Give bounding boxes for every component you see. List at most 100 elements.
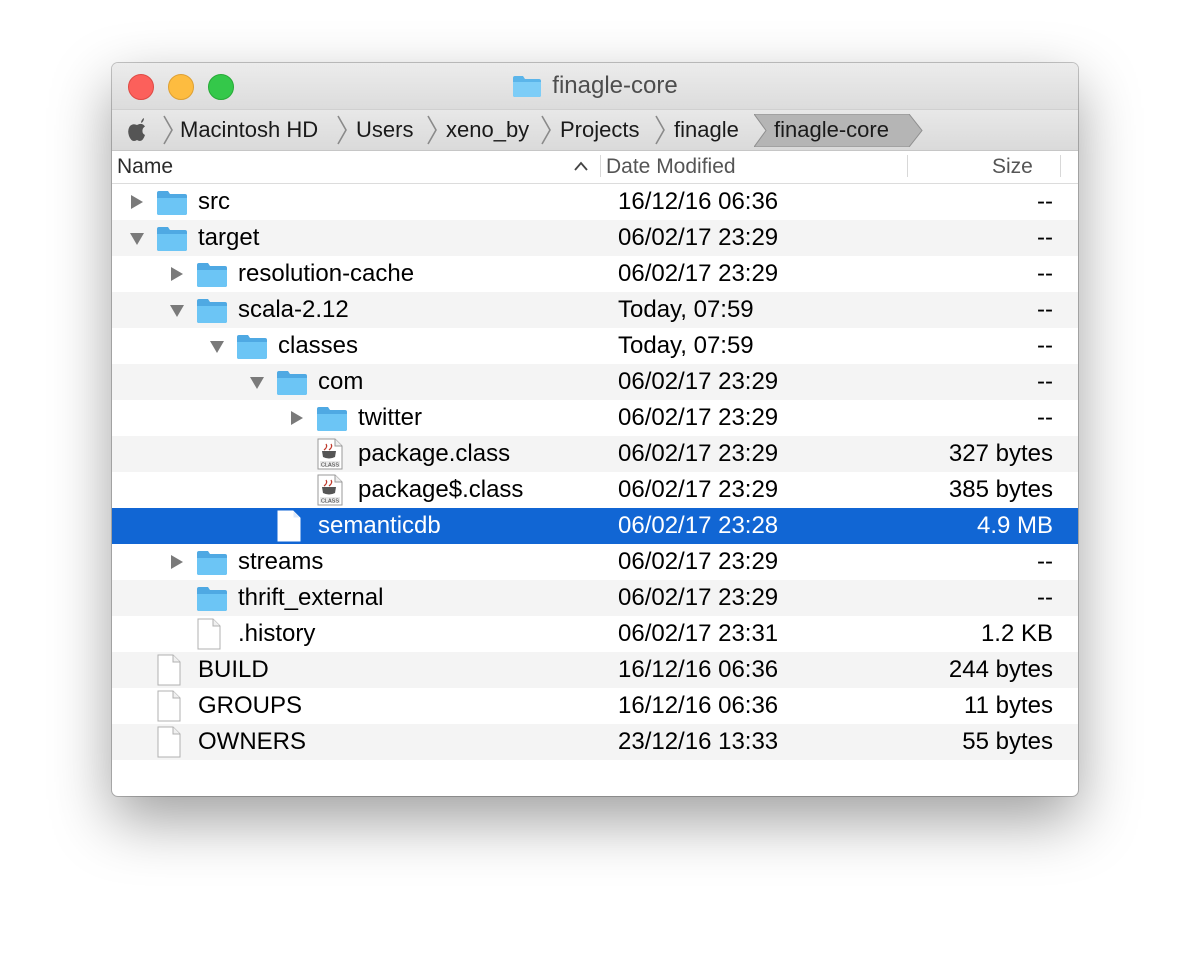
- disclosure-expanded-icon[interactable]: [210, 338, 224, 354]
- file-date-modified: 06/02/17 23:29: [618, 368, 779, 395]
- disclosure-collapsed-icon[interactable]: [130, 194, 144, 210]
- folder-icon: [197, 263, 227, 287]
- chevron-right-icon: [541, 115, 551, 145]
- file-name: src: [198, 188, 230, 215]
- file-row[interactable]: scala-2.12 Today, 07:59 --: [112, 292, 1078, 328]
- file-date-modified: 23/12/16 13:33: [618, 728, 779, 755]
- file-row[interactable]: classes Today, 07:59 --: [112, 328, 1078, 364]
- file-name: package.class: [358, 440, 511, 467]
- file-size: --: [1037, 404, 1053, 431]
- breadcrumb-macintosh-hd[interactable]: Macintosh HD: [180, 110, 318, 150]
- document-icon: [157, 690, 181, 722]
- file-row[interactable]: twitter 06/02/17 23:29 --: [112, 400, 1078, 436]
- file-row[interactable]: GROUPS 16/12/16 06:36 11 bytes: [112, 688, 1078, 724]
- file-name: streams: [238, 548, 324, 575]
- breadcrumb-projects[interactable]: Projects: [560, 110, 639, 150]
- folder-icon: [237, 335, 267, 359]
- file-name: classes: [278, 332, 359, 359]
- file-name: resolution-cache: [238, 260, 415, 287]
- file-row[interactable]: .history 06/02/17 23:31 1.2 KB: [112, 616, 1078, 652]
- file-row[interactable]: src 16/12/16 06:36 --: [112, 184, 1078, 220]
- file-row[interactable]: streams 06/02/17 23:29 --: [112, 544, 1078, 580]
- file-name: BUILD: [198, 656, 269, 683]
- finder-window: finagle-core Macintosh HD Users xeno_by …: [112, 63, 1078, 796]
- chevron-right-icon: [427, 115, 437, 145]
- file-name: scala-2.12: [238, 296, 349, 323]
- sort-ascending-icon[interactable]: [573, 160, 589, 172]
- apple-icon[interactable]: [126, 118, 148, 142]
- document-icon: [157, 654, 181, 686]
- file-size: --: [1037, 296, 1053, 323]
- file-row[interactable]: com 06/02/17 23:29 --: [112, 364, 1078, 400]
- file-row[interactable]: BUILD 16/12/16 06:36 244 bytes: [112, 652, 1078, 688]
- file-date-modified: Today, 07:59: [618, 332, 754, 359]
- column-header: Name Date Modified Size: [112, 151, 1078, 184]
- file-date-modified: 06/02/17 23:28: [618, 512, 779, 539]
- file-row[interactable]: thrift_external 06/02/17 23:29 --: [112, 580, 1078, 616]
- file-row[interactable]: target 06/02/17 23:29 --: [112, 220, 1078, 256]
- title-bar[interactable]: finagle-core: [112, 63, 1078, 110]
- file-date-modified: 16/12/16 06:36: [618, 656, 779, 683]
- file-date-modified: 06/02/17 23:31: [618, 620, 779, 647]
- file-size: 11 bytes: [964, 692, 1053, 719]
- file-size: 1.2 KB: [980, 620, 1053, 647]
- file-name: .history: [238, 620, 316, 647]
- java-class-file-icon: CLASS: [317, 474, 343, 506]
- column-header-name[interactable]: Name: [117, 151, 173, 183]
- java-class-file-icon: CLASS: [317, 438, 343, 470]
- file-name: thrift_external: [238, 584, 384, 611]
- file-date-modified: 06/02/17 23:29: [618, 476, 779, 503]
- column-header-date-modified[interactable]: Date Modified: [606, 151, 736, 183]
- file-date-modified: 06/02/17 23:29: [618, 404, 779, 431]
- folder-icon: [197, 299, 227, 323]
- document-icon: [277, 510, 301, 542]
- file-size: 327 bytes: [948, 440, 1053, 467]
- column-divider[interactable]: [907, 155, 908, 177]
- file-row[interactable]: CLASS package.class 06/02/17 23:29 327 byte…: [112, 436, 1078, 472]
- file-row[interactable]: OWNERS 23/12/16 13:33 55 bytes: [112, 724, 1078, 760]
- file-row[interactable]: resolution-cache 06/02/17 23:29 --: [112, 256, 1078, 292]
- file-size: 4.9 MB: [976, 512, 1053, 539]
- file-size: 55 bytes: [962, 728, 1053, 755]
- breadcrumb-users[interactable]: Users: [356, 110, 413, 150]
- folder-icon: [157, 227, 187, 251]
- file-size: 244 bytes: [948, 656, 1053, 683]
- file-size: --: [1037, 260, 1053, 287]
- file-list: src 16/12/16 06:36 -- target 06/02/17 23:29 -…: [112, 184, 1078, 760]
- breadcrumb-finagle[interactable]: finagle: [674, 110, 739, 150]
- disclosure-expanded-icon[interactable]: [130, 230, 144, 246]
- folder-icon: [197, 551, 227, 575]
- disclosure-collapsed-icon[interactable]: [290, 410, 304, 426]
- disclosure-expanded-icon[interactable]: [170, 302, 184, 318]
- path-bar: Macintosh HD Users xeno_by Projects fina…: [112, 110, 1078, 151]
- document-icon: [157, 726, 181, 758]
- window-title: finagle-core: [112, 63, 1078, 109]
- file-size: --: [1037, 584, 1053, 611]
- file-date-modified: 16/12/16 06:36: [618, 692, 779, 719]
- disclosure-collapsed-icon[interactable]: [170, 554, 184, 570]
- file-name: package$.class: [358, 476, 524, 503]
- folder-icon: [317, 407, 347, 431]
- breadcrumb-xeno-by[interactable]: xeno_by: [446, 110, 529, 150]
- file-size: 385 bytes: [948, 476, 1053, 503]
- folder-icon: [157, 191, 187, 215]
- window-title-text: finagle-core: [552, 72, 678, 99]
- file-size: --: [1037, 548, 1053, 575]
- disclosure-collapsed-icon[interactable]: [170, 266, 184, 282]
- file-name: GROUPS: [198, 692, 303, 719]
- file-date-modified: Today, 07:59: [618, 296, 754, 323]
- file-row[interactable]: semanticdb 06/02/17 23:28 4.9 MB: [112, 508, 1078, 544]
- chevron-right-icon: [163, 115, 173, 145]
- file-size: --: [1037, 332, 1053, 359]
- file-row[interactable]: CLASS package$.class 06/02/17 23:29 385 byt…: [112, 472, 1078, 508]
- file-name: OWNERS: [198, 728, 306, 755]
- column-divider[interactable]: [600, 155, 601, 177]
- column-header-size[interactable]: Size: [992, 151, 1033, 183]
- breadcrumb-finagle-core[interactable]: finagle-core: [774, 110, 889, 150]
- column-divider[interactable]: [1060, 155, 1061, 177]
- disclosure-expanded-icon[interactable]: [250, 374, 264, 390]
- folder-icon: [197, 587, 227, 611]
- file-date-modified: 06/02/17 23:29: [618, 548, 779, 575]
- folder-icon: [277, 371, 307, 395]
- svg-text:CLASS: CLASS: [321, 463, 339, 469]
